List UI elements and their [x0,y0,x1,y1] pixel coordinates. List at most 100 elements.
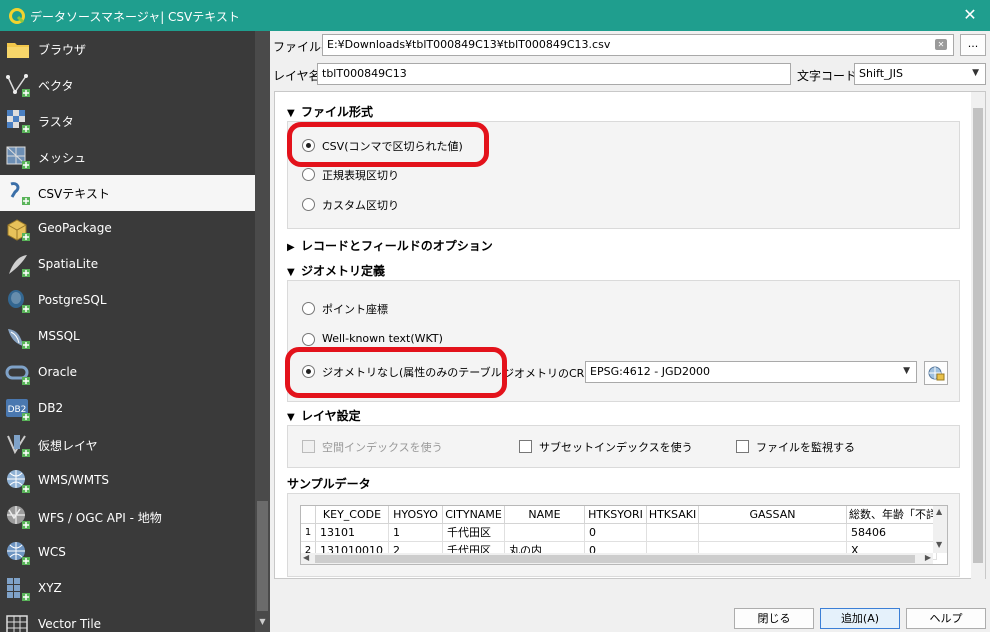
raster-icon [7,110,30,133]
table-cell [505,524,585,542]
format-regex-radio[interactable]: 正規表現区切り [302,166,502,184]
wfs-icon [7,506,30,529]
highlight-csv-annotation [287,122,489,167]
scroll-right-arrow-icon[interactable]: ▶ [925,553,931,562]
scroll-up-arrow-icon[interactable]: ▲ [936,507,942,516]
vector-tile-icon [6,615,28,632]
sample-data-header: サンプルデータ [287,477,371,491]
column-header[interactable]: KEY_CODE [316,506,389,524]
expand-right-icon: ▶ [287,242,295,253]
sidebar-item-oracle[interactable]: Oracle [0,355,255,391]
sidebar-item-vector-tile[interactable]: Vector Tile [0,607,255,632]
close-icon[interactable]: ✕ [960,5,980,24]
sidebar-scrollbar-thumb[interactable] [257,501,268,611]
crs-selector-button[interactable] [924,361,948,385]
sidebar-item-db2[interactable]: DB2 DB2 [0,391,255,427]
table-cell: 千代田区 [443,524,505,542]
browse-button[interactable]: ... [960,34,986,56]
sidebar-item-raster[interactable]: ラスタ [0,103,255,139]
table-cell: 1 [389,524,443,542]
geopackage-icon [7,219,30,241]
table-hscroll-thumb[interactable] [315,555,915,563]
window-title: データソースマネージャ| CSVテキスト [30,10,240,24]
crs-globe-icon [928,366,945,381]
oracle-icon [5,365,30,385]
sidebar-item-browser[interactable]: ブラウザ [0,31,255,67]
vector-icon [6,74,30,97]
table-cell [699,524,847,542]
sidebar-item-vector[interactable]: ベクタ [0,67,255,103]
column-header[interactable]: CITYNAME [443,506,505,524]
sidebar-item-postgresql[interactable]: PostgreSQL [0,283,255,319]
table-cell: 58406 [847,524,937,542]
layer-settings-header[interactable]: ▼ レイヤ設定 [287,407,361,424]
close-button[interactable]: 閉じる [734,608,814,629]
sidebar-item-wfs[interactable]: WFS / OGC API - 地物 [0,499,255,535]
expand-down-icon: ▼ [287,412,295,423]
mssql-icon [8,329,30,349]
file-format-header[interactable]: ▼ ファイル形式 [287,103,373,120]
table-horizontal-scrollbar[interactable]: ◀ ▶ [301,553,933,564]
encoding-label: 文字コード [797,69,858,83]
expand-down-icon: ▼ [287,267,295,278]
sidebar-item-wcs[interactable]: WCS [0,535,255,571]
table-cell [647,524,699,542]
db2-icon: DB2 [6,399,30,421]
highlight-no-geometry-annotation [285,347,507,398]
chevron-down-icon: ▼ [903,366,910,376]
scroll-down-arrow-icon[interactable]: ▼ [257,617,268,629]
virtual-layer-icon [7,435,30,457]
panel-scrollbar[interactable] [971,92,985,580]
table-vertical-scrollbar[interactable]: ▲ ▼ [933,506,947,553]
subset-index-checkbox[interactable]: サブセットインデックスを使う [519,439,719,455]
layer-name-label: レイヤ名 [273,69,321,83]
table-cell: 13101 [316,524,389,542]
mesh-icon [6,146,30,169]
sidebar-item-wms[interactable]: WMS/WMTS [0,463,255,499]
file-name-field[interactable]: E:¥Downloads¥tblT000849C13¥tblT000849C13… [322,34,954,56]
encoding-select[interactable]: Shift_JIS ▼ [854,63,986,85]
sidebar-scrollbar[interactable]: ▼ [255,31,270,632]
sidebar-item-xyz[interactable]: XYZ [0,571,255,607]
sidebar-item-mssql[interactable]: MSSQL [0,319,255,355]
sidebar-item-csv[interactable]: CSVテキスト [0,175,255,211]
wcs-icon [7,542,30,565]
sidebar-item-mesh[interactable]: メッシュ [0,139,255,175]
geometry-header[interactable]: ▼ ジオメトリ定義 [287,262,385,279]
column-header[interactable]: HTKSYORI [585,506,647,524]
column-header[interactable]: 総数、年齢「不詳 [847,506,937,524]
sidebar-item-spatialite[interactable]: SpatiaLite [0,247,255,283]
chevron-down-icon: ▼ [972,68,979,78]
column-header[interactable]: NAME [505,506,585,524]
geometry-crs-label: ジオメトリのCRS [503,367,592,380]
column-header[interactable]: HYOSYO [389,506,443,524]
expand-down-icon: ▼ [287,108,295,119]
sidebar-item-virtual-layer[interactable]: 仮想レイヤ [0,427,255,463]
title-bar: データソースマネージャ| CSVテキスト ✕ [0,0,990,31]
spatialite-icon [9,255,30,277]
scroll-left-arrow-icon[interactable]: ◀ [303,553,309,562]
row-header[interactable]: 1 [301,524,316,542]
sidebar-item-geopackage[interactable]: GeoPackage [0,211,255,247]
help-button[interactable]: ヘルプ [906,608,986,629]
column-header[interactable]: GASSAN [699,506,847,524]
record-options-header[interactable]: ▶ レコードとフィールドのオプション [287,237,493,254]
spatial-index-checkbox[interactable]: 空間インデックスを使う [302,439,502,455]
format-custom-radio[interactable]: カスタム区切り [302,196,502,214]
crs-select[interactable]: EPSG:4612 - JGD2000 ▼ [585,361,917,383]
main-panel: ファイル名 E:¥Downloads¥tblT000849C13¥tblT000… [270,31,990,632]
column-header[interactable]: HTKSAKI [647,506,699,524]
layer-name-field[interactable]: tblT000849C13 [317,63,791,85]
csv-icon [10,182,30,205]
wms-icon [7,470,30,493]
table-cell: 0 [585,524,647,542]
scroll-down-arrow-icon[interactable]: ▼ [936,540,942,549]
clear-field-icon[interactable]: ✕ [935,39,947,50]
add-button[interactable]: 追加(A) [820,608,900,629]
watch-file-checkbox[interactable]: ファイルを監視する [736,439,936,455]
sample-data-table[interactable]: KEY_CODE HYOSYO CITYNAME NAME HTKSYORI H… [300,505,948,565]
panel-scrollbar-thumb[interactable] [973,108,983,563]
xyz-icon [7,578,30,601]
folder-icon [7,43,29,58]
geometry-point-radio[interactable]: ポイント座標 [302,300,502,318]
